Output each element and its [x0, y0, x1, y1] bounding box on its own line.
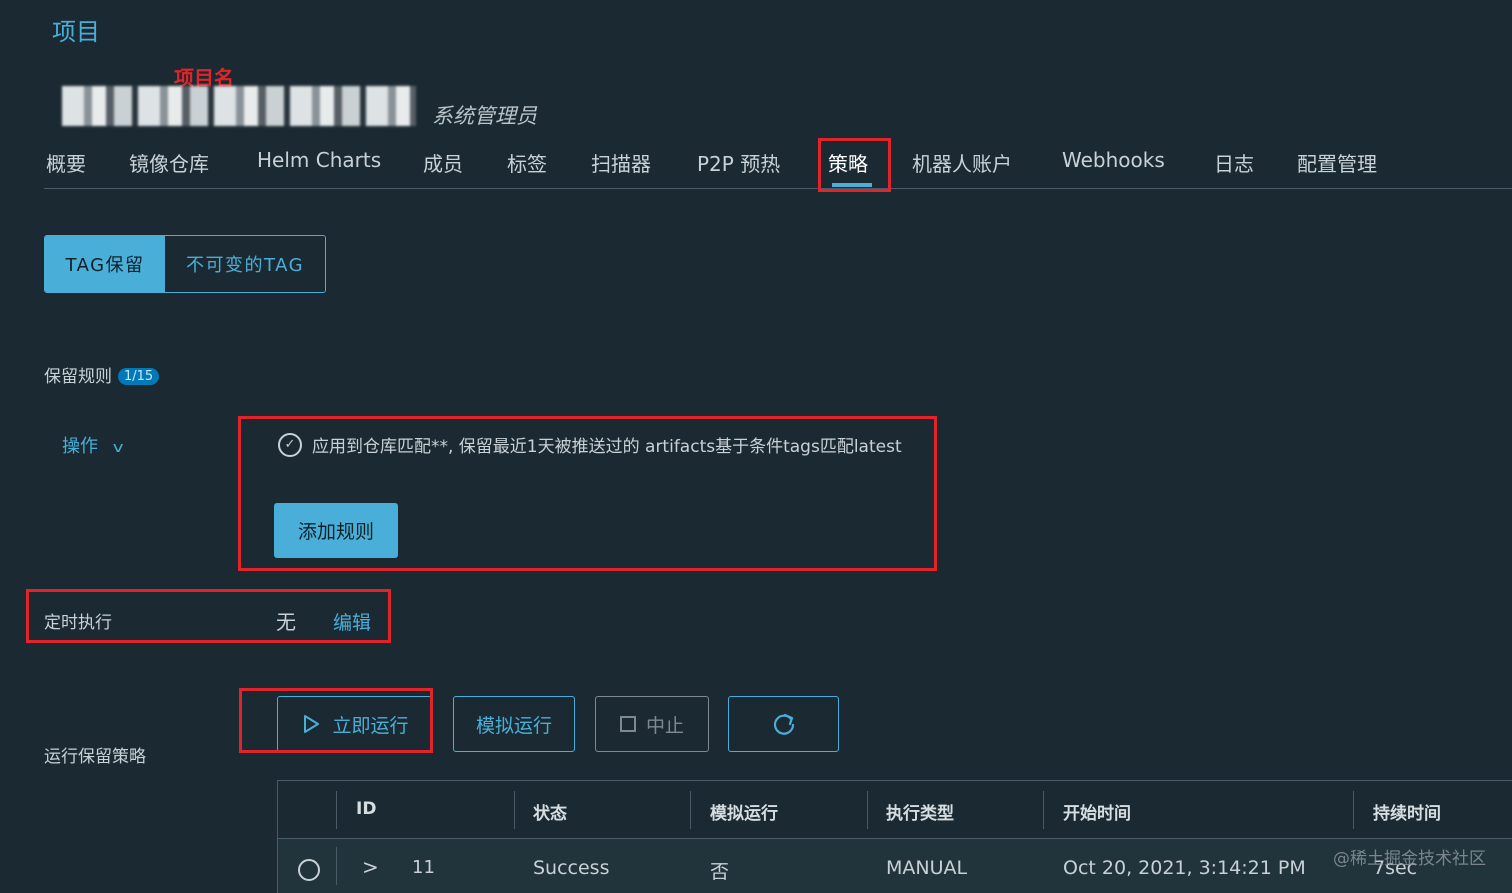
tab-policy[interactable]: 策略 — [828, 148, 868, 177]
refresh-icon — [773, 713, 794, 735]
retention-rule-item: ✓ 应用到仓库匹配**, 保留最近1天被推送过的 artifacts基于条件ta… — [278, 432, 902, 457]
executions-table: ID 状态 模拟运行 执行类型 开始时间 持续时间 > 11 Success 否… — [277, 780, 1512, 893]
immutable-tag-tab[interactable]: 不可变的TAG — [165, 236, 325, 292]
schedule-label: 定时执行 — [44, 613, 112, 633]
abort-label: 中止 — [645, 714, 684, 737]
play-icon — [304, 715, 320, 733]
project-name-redacted — [62, 86, 416, 126]
cell-dry-run: 否 — [710, 861, 730, 883]
cell-start-time: Oct 20, 2021, 3:14:21 PM — [1063, 857, 1306, 879]
tag-retention-tab[interactable]: TAG保留 — [45, 236, 165, 292]
cell-type: MANUAL — [886, 857, 968, 879]
active-tab-indicator — [832, 183, 872, 187]
cell-status: Success — [533, 857, 610, 879]
column-header-status[interactable]: 状态 — [533, 799, 567, 824]
abort-button[interactable]: 中止 — [595, 696, 709, 752]
column-header-id[interactable]: ID — [356, 799, 376, 819]
tab-members[interactable]: 成员 — [423, 148, 463, 177]
row-select-radio[interactable] — [298, 859, 320, 881]
column-separator — [690, 791, 691, 829]
table-header: ID 状态 模拟运行 执行类型 开始时间 持续时间 — [278, 781, 1512, 839]
run-now-button[interactable]: 立即运行 — [277, 696, 432, 752]
column-separator — [336, 847, 337, 885]
cell-id: 11 — [412, 857, 435, 878]
row-expand-chevron-icon[interactable]: > — [362, 855, 379, 879]
column-separator — [1043, 791, 1044, 829]
dry-run-button[interactable]: 模拟运行 — [453, 696, 575, 752]
schedule-value: 无 — [276, 610, 296, 634]
tab-webhooks[interactable]: Webhooks — [1062, 148, 1165, 172]
retention-rules-heading: 保留规则 1/15 — [44, 362, 160, 387]
project-tabs: 概要 镜像仓库 Helm Charts 成员 标签 扫描器 P2P 预热 策略 … — [44, 140, 1512, 189]
tab-scanner[interactable]: 扫描器 — [591, 148, 651, 177]
schedule-edit-link[interactable]: 编辑 — [333, 608, 371, 635]
actions-dropdown[interactable]: 操作 v — [62, 432, 124, 458]
column-header-type[interactable]: 执行类型 — [886, 799, 954, 824]
column-separator — [514, 791, 515, 829]
actions-label: 操作 — [62, 436, 98, 457]
column-header-duration[interactable]: 持续时间 — [1373, 799, 1441, 824]
policy-type-switch: TAG保留 不可变的TAG — [44, 235, 326, 293]
retention-rules-label: 保留规则 — [44, 367, 112, 387]
tab-logs[interactable]: 日志 — [1214, 148, 1254, 177]
column-header-start-time[interactable]: 开始时间 — [1063, 799, 1131, 824]
add-rule-button[interactable]: 添加规则 — [274, 503, 398, 558]
column-separator — [336, 791, 337, 829]
tab-robot-accounts[interactable]: 机器人账户 — [912, 148, 1012, 177]
tab-p2p-preheat[interactable]: P2P 预热 — [697, 148, 780, 177]
watermark: @稀土掘金技术社区 — [1333, 849, 1486, 869]
rule-count-badge: 1/15 — [118, 368, 160, 385]
tab-summary[interactable]: 概要 — [46, 148, 86, 177]
run-retention-label: 运行保留策略 — [44, 747, 146, 767]
chevron-down-icon: v — [112, 440, 124, 456]
breadcrumb[interactable]: 项目 — [52, 12, 100, 47]
tab-configuration[interactable]: 配置管理 — [1297, 148, 1377, 177]
column-separator — [1353, 791, 1354, 829]
column-header-dry-run[interactable]: 模拟运行 — [710, 799, 778, 824]
refresh-button[interactable] — [728, 696, 839, 752]
stop-square-icon — [619, 716, 636, 732]
run-now-label: 立即运行 — [332, 714, 409, 737]
check-circle-icon: ✓ — [278, 432, 302, 457]
tab-helm-charts[interactable]: Helm Charts — [257, 148, 381, 172]
column-separator — [867, 791, 868, 829]
retention-rule-text: 应用到仓库匹配**, 保留最近1天被推送过的 artifacts基于条件tags… — [312, 437, 902, 457]
tab-labels[interactable]: 标签 — [507, 148, 547, 177]
tab-repositories[interactable]: 镜像仓库 — [129, 148, 209, 177]
project-role: 系统管理员 — [432, 104, 537, 128]
